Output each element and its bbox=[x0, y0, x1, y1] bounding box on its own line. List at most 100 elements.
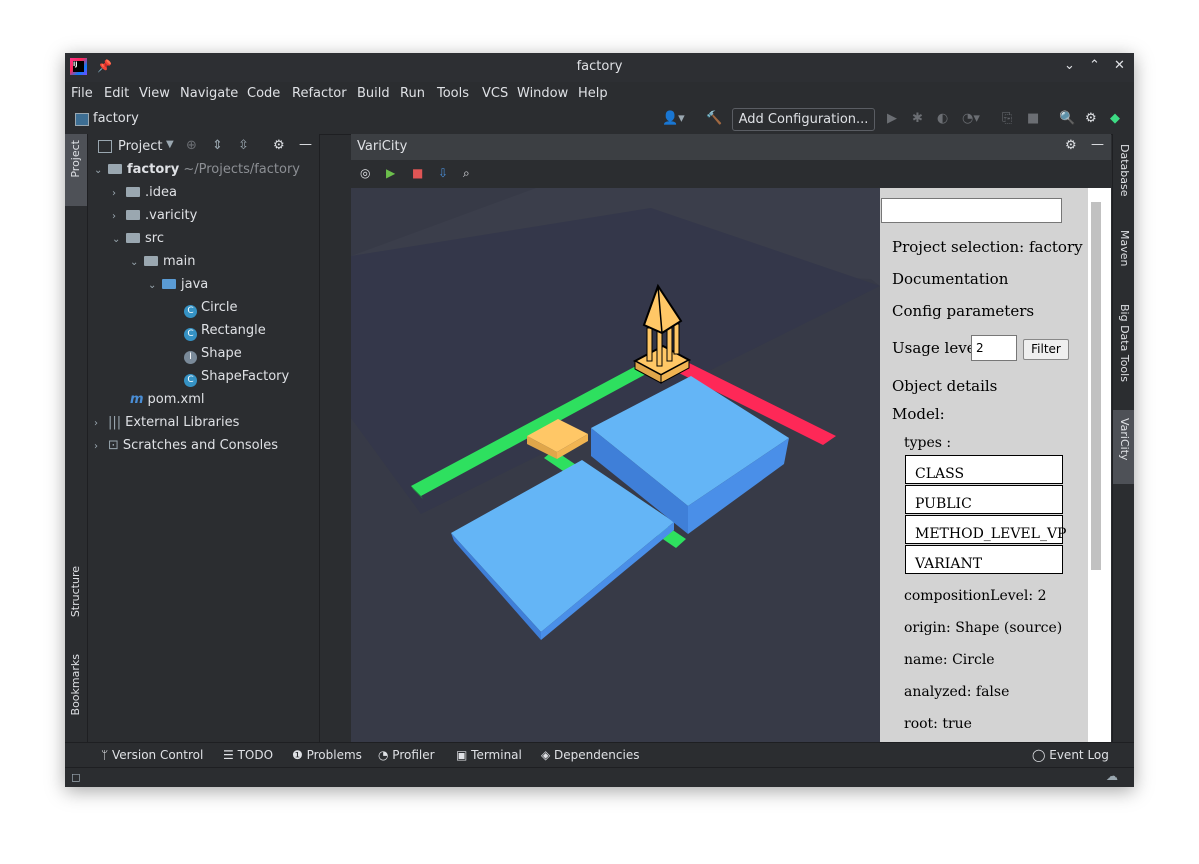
problems-tab[interactable]: ❶ Problems bbox=[292, 748, 362, 762]
close-icon[interactable]: ✕ bbox=[1114, 58, 1125, 73]
type-item: METHOD_LEVEL_VP bbox=[905, 515, 1066, 544]
tree-item-external-libraries[interactable]: › ||| External Libraries bbox=[94, 415, 239, 438]
tree-item-idea[interactable]: › .idea bbox=[112, 185, 177, 208]
chevron-down-icon[interactable]: ⌄ bbox=[130, 257, 144, 268]
city-scene[interactable] bbox=[351, 188, 880, 742]
project-view-dropdown[interactable]: Project bbox=[118, 139, 162, 154]
config-parameters[interactable]: Config parameters bbox=[892, 302, 1034, 320]
toolbox-icon[interactable]: ◆ bbox=[1110, 111, 1120, 126]
menu-window[interactable]: Window bbox=[517, 86, 568, 101]
menu-help[interactable]: Help bbox=[578, 86, 608, 101]
breadcrumb[interactable]: factory bbox=[93, 111, 139, 126]
chevron-right-icon[interactable]: › bbox=[112, 211, 126, 222]
event-log-tab[interactable]: ◯ Event Log bbox=[1032, 748, 1109, 762]
menu-file[interactable]: File bbox=[71, 86, 93, 101]
tree-label: .varicity bbox=[145, 208, 198, 223]
menu-view[interactable]: View bbox=[139, 86, 170, 101]
sidebar-scrollbar-thumb[interactable] bbox=[1091, 202, 1101, 570]
maximize-icon[interactable]: ⌃ bbox=[1089, 58, 1100, 73]
panel-settings-icon[interactable]: ⚙ bbox=[273, 138, 285, 153]
object-details[interactable]: Object details bbox=[892, 377, 997, 395]
varicity-sidebar: Project selection: factory Documentation… bbox=[880, 188, 1088, 742]
chevron-right-icon[interactable]: › bbox=[94, 418, 108, 429]
documentation-link[interactable]: Documentation bbox=[892, 270, 1008, 288]
tab-label: Problems bbox=[306, 748, 362, 762]
run-analysis-icon[interactable]: ▶ bbox=[386, 166, 395, 180]
settings-gear-icon[interactable]: ⚙ bbox=[1085, 111, 1097, 126]
attach-debugger-icon[interactable]: ⎘ bbox=[1002, 111, 1012, 126]
terminal-tab[interactable]: ▣ Terminal bbox=[456, 748, 522, 762]
collapse-all-icon[interactable]: ⇳ bbox=[238, 138, 249, 153]
build-hammer-icon[interactable]: 🔨 bbox=[706, 111, 722, 126]
expand-all-icon[interactable]: ⇕ bbox=[212, 138, 223, 153]
stop-icon[interactable]: ■ bbox=[1027, 111, 1039, 126]
tree-item-circle[interactable]: C Circle bbox=[184, 300, 238, 323]
notifications-icon[interactable]: ☁ bbox=[1106, 769, 1118, 783]
chevron-down-icon[interactable]: ⌄ bbox=[148, 280, 162, 291]
varicity-hide-icon[interactable]: — bbox=[1091, 137, 1104, 152]
tree-item-shape[interactable]: I Shape bbox=[184, 346, 242, 369]
hide-panel-icon[interactable]: — bbox=[299, 137, 312, 152]
profile-icon[interactable]: ◔▾ bbox=[962, 111, 980, 126]
structure-tool-tab[interactable]: Structure bbox=[69, 566, 82, 617]
tree-label: Scratches and Consoles bbox=[122, 438, 278, 453]
chevron-right-icon[interactable]: › bbox=[112, 188, 126, 199]
right-tool-stripe: Database Maven Big Data Tools VariCity bbox=[1112, 134, 1134, 742]
tower-pillar bbox=[646, 327, 653, 362]
chevron-down-icon[interactable]: ⌄ bbox=[112, 234, 126, 245]
search-icon[interactable]: 🔍 bbox=[1059, 111, 1075, 126]
debug-icon[interactable]: ✱ bbox=[912, 111, 923, 126]
project-selection[interactable]: Project selection: factory bbox=[892, 238, 1083, 256]
todo-tab[interactable]: ☰ TODO bbox=[223, 748, 273, 762]
account-icon[interactable]: 👤▾ bbox=[662, 111, 685, 126]
tree-item-src[interactable]: ⌄ src bbox=[112, 231, 164, 254]
varicity-tool-tab[interactable]: VariCity bbox=[1113, 410, 1134, 484]
sidebar-scrollbar-track[interactable] bbox=[1088, 188, 1111, 742]
tree-item-pom[interactable]: m pom.xml bbox=[130, 392, 205, 415]
stop-analysis-icon[interactable]: ■ bbox=[412, 166, 423, 180]
version-control-tab[interactable]: ᛘ Version Control bbox=[101, 748, 203, 762]
menu-build[interactable]: Build bbox=[357, 86, 390, 101]
dependencies-tab[interactable]: ◈ Dependencies bbox=[541, 748, 639, 762]
menu-run[interactable]: Run bbox=[400, 86, 425, 101]
tree-item-main[interactable]: ⌄ main bbox=[130, 254, 195, 277]
tree-item-scratches[interactable]: › ⊡ Scratches and Consoles bbox=[94, 438, 278, 461]
tab-label: Profiler bbox=[392, 748, 435, 762]
tree-item-varicity[interactable]: › .varicity bbox=[112, 208, 197, 231]
varicity-settings-icon[interactable]: ⚙ bbox=[1065, 138, 1077, 153]
menu-code[interactable]: Code bbox=[247, 86, 280, 101]
class-icon: C bbox=[184, 328, 197, 341]
usage-level-input[interactable] bbox=[971, 335, 1017, 361]
filter-button[interactable]: Filter bbox=[1023, 339, 1069, 360]
tree-item-java[interactable]: ⌄ java bbox=[148, 277, 208, 300]
tree-item-rectangle[interactable]: C Rectangle bbox=[184, 323, 266, 346]
menu-refactor[interactable]: Refactor bbox=[292, 86, 347, 101]
add-configuration-button[interactable]: Add Configuration... bbox=[732, 108, 875, 131]
export-icon[interactable]: ⇩ bbox=[438, 166, 448, 180]
big-data-tools-tab[interactable]: Big Data Tools bbox=[1118, 304, 1131, 382]
locate-icon[interactable]: ⊕ bbox=[186, 138, 197, 153]
chevron-down-icon[interactable]: ⌄ bbox=[94, 165, 108, 176]
tree-item-shapefactory[interactable]: C ShapeFactory bbox=[184, 369, 289, 392]
chevron-right-icon[interactable]: › bbox=[94, 441, 108, 452]
bookmarks-tool-tab[interactable]: Bookmarks bbox=[69, 654, 82, 715]
refresh-icon[interactable]: ◎ bbox=[360, 166, 370, 180]
tree-item-root[interactable]: ⌄ factory ~/Projects/factory bbox=[94, 162, 300, 185]
project-tool-tab[interactable]: Project bbox=[65, 134, 87, 206]
info-icon: ❶ bbox=[292, 748, 307, 762]
database-tool-tab[interactable]: Database bbox=[1118, 144, 1131, 197]
menu-tools[interactable]: Tools bbox=[437, 86, 469, 101]
maven-tool-tab[interactable]: Maven bbox=[1118, 230, 1131, 266]
coverage-icon[interactable]: ◐ bbox=[937, 111, 948, 126]
inspect-icon[interactable]: ⌕ bbox=[463, 166, 470, 181]
menu-edit[interactable]: Edit bbox=[104, 86, 129, 101]
chevron-down-icon[interactable]: ▼ bbox=[166, 139, 174, 150]
minimize-icon[interactable]: ⌄ bbox=[1064, 58, 1075, 73]
menu-navigate[interactable]: Navigate bbox=[180, 86, 238, 101]
tool-windows-icon[interactable]: ◻ bbox=[71, 770, 81, 784]
city-3d-viewport[interactable] bbox=[351, 188, 880, 742]
profiler-tab[interactable]: ◔ Profiler bbox=[378, 748, 435, 762]
run-icon[interactable]: ▶ bbox=[887, 111, 897, 126]
search-input[interactable] bbox=[881, 198, 1062, 223]
menu-vcs[interactable]: VCS bbox=[482, 86, 508, 101]
